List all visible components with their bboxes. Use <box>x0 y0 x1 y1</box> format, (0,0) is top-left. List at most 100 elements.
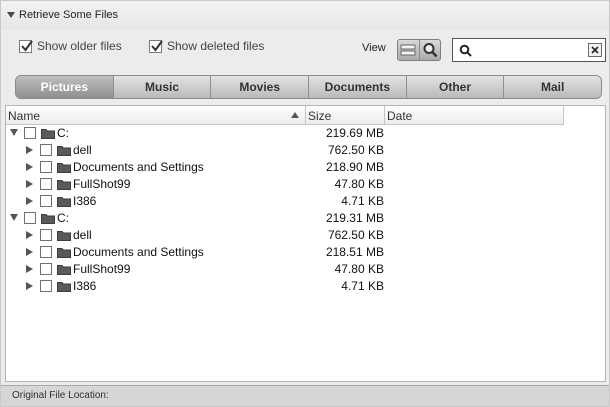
file-name: FullShot99 <box>73 262 131 276</box>
file-name: I386 <box>73 194 97 208</box>
search-view-button[interactable] <box>418 40 441 60</box>
search-input[interactable] <box>475 42 583 58</box>
file-name: I386 <box>73 279 97 293</box>
column-name-label: Name <box>8 108 41 123</box>
table-row[interactable]: C: 219.31 MB <box>6 210 564 227</box>
checkmark-icon <box>21 39 33 52</box>
row-checkbox[interactable] <box>40 144 52 156</box>
folder-icon <box>57 180 71 190</box>
show-deleted-files-checkbox[interactable] <box>149 39 163 53</box>
tab-other[interactable]: Other <box>405 76 504 98</box>
file-name: C: <box>57 211 69 225</box>
folder-icon <box>57 163 71 173</box>
column-header-row: Name Size Date <box>6 106 564 125</box>
collapsed-arrow-icon[interactable] <box>26 163 33 171</box>
tab-mail[interactable]: Mail <box>503 76 601 98</box>
folder-icon <box>41 129 55 139</box>
collapsed-arrow-icon[interactable] <box>26 265 33 273</box>
retrieve-files-panel: Retrieve Some Files Show older files Sho… <box>0 0 610 407</box>
view-toggle[interactable] <box>397 39 441 61</box>
row-checkbox[interactable] <box>40 263 52 275</box>
collapsed-arrow-icon[interactable] <box>26 180 33 188</box>
tab-documents[interactable]: Documents <box>308 76 406 98</box>
show-deleted-files-label: Show deleted files <box>167 39 265 53</box>
collapsed-arrow-icon[interactable] <box>26 146 33 154</box>
file-size: 219.31 MB <box>325 211 384 225</box>
table-row[interactable]: Documents and Settings 218.90 MB <box>6 159 564 176</box>
file-name: FullShot99 <box>73 177 131 191</box>
table-row[interactable]: I386 4.71 KB <box>6 193 564 210</box>
file-size: 47.80 KB <box>334 262 384 276</box>
options-bar: Show older files Show deleted files View <box>1 29 609 65</box>
file-size: 762.50 KB <box>327 143 384 157</box>
category-tabs: Pictures Music Movies Documents Other Ma… <box>15 75 602 99</box>
row-checkbox[interactable] <box>40 195 52 207</box>
collapsed-arrow-icon[interactable] <box>26 231 33 239</box>
sort-ascending-icon <box>291 112 299 118</box>
folder-icon <box>57 248 71 258</box>
collapsed-arrow-icon[interactable] <box>26 282 33 290</box>
magnifier-icon <box>423 43 438 58</box>
file-name: dell <box>73 228 92 242</box>
status-bar: Original File Location: <box>1 385 609 406</box>
expanded-arrow-icon[interactable] <box>10 214 18 221</box>
table-row[interactable]: dell 762.50 KB <box>6 227 564 244</box>
folder-icon <box>57 146 71 156</box>
search-icon <box>459 44 472 57</box>
row-checkbox[interactable] <box>40 178 52 190</box>
row-checkbox[interactable] <box>40 280 52 292</box>
file-size: 4.71 KB <box>341 194 384 208</box>
row-checkbox[interactable] <box>24 212 36 224</box>
original-file-location-label: Original File Location: <box>12 390 109 401</box>
clear-search-button[interactable] <box>588 43 602 57</box>
expanded-arrow-icon[interactable] <box>10 129 18 136</box>
collapsed-arrow-icon[interactable] <box>26 248 33 256</box>
view-label: View <box>362 42 386 54</box>
checkmark-icon <box>151 39 163 52</box>
file-name: Documents and Settings <box>73 160 204 174</box>
tab-pictures[interactable]: Pictures <box>16 76 113 98</box>
show-older-files-label: Show older files <box>37 39 122 53</box>
column-header-name[interactable]: Name <box>6 106 306 125</box>
search-box[interactable] <box>452 38 606 62</box>
file-size: 4.71 KB <box>341 279 384 293</box>
file-name: dell <box>73 143 92 157</box>
file-name: C: <box>57 126 69 140</box>
file-size: 762.50 KB <box>327 228 384 242</box>
collapsed-arrow-icon[interactable] <box>26 197 33 205</box>
column-header-date[interactable]: Date <box>385 106 564 125</box>
table-row[interactable]: Documents and Settings 218.51 MB <box>6 244 564 261</box>
row-checkbox[interactable] <box>40 246 52 258</box>
folder-icon <box>41 214 55 224</box>
show-older-files-option[interactable]: Show older files <box>19 39 122 53</box>
row-checkbox[interactable] <box>40 161 52 173</box>
panel-header[interactable]: Retrieve Some Files <box>1 1 609 29</box>
row-checkbox[interactable] <box>24 127 36 139</box>
folder-icon <box>57 282 71 292</box>
panel-title: Retrieve Some Files <box>19 9 119 21</box>
tab-movies[interactable]: Movies <box>210 76 309 98</box>
list-view-button[interactable] <box>398 40 419 60</box>
folder-icon <box>57 265 71 275</box>
folder-icon <box>57 231 71 241</box>
folder-icon <box>57 197 71 207</box>
show-older-files-checkbox[interactable] <box>19 39 33 53</box>
file-tree-table: Name Size Date C: 219.69 MB dell 762.50 KB D… <box>5 105 606 382</box>
table-row[interactable]: FullShot99 47.80 KB <box>6 176 564 193</box>
list-view-icon <box>400 44 416 56</box>
table-row[interactable]: C: 219.69 MB <box>6 125 564 142</box>
table-row[interactable]: FullShot99 47.80 KB <box>6 261 564 278</box>
column-date-label: Date <box>387 108 413 123</box>
collapse-triangle-icon[interactable] <box>7 12 15 18</box>
column-header-size[interactable]: Size <box>306 106 385 125</box>
file-size: 47.80 KB <box>334 177 384 191</box>
tab-music[interactable]: Music <box>112 76 211 98</box>
show-deleted-files-option[interactable]: Show deleted files <box>149 39 264 53</box>
file-size: 219.69 MB <box>325 126 384 140</box>
table-row[interactable]: I386 4.71 KB <box>6 278 564 295</box>
file-size: 218.90 MB <box>325 160 384 174</box>
table-row[interactable]: dell 762.50 KB <box>6 142 564 159</box>
close-icon <box>591 46 599 54</box>
file-name: Documents and Settings <box>73 245 204 259</box>
row-checkbox[interactable] <box>40 229 52 241</box>
